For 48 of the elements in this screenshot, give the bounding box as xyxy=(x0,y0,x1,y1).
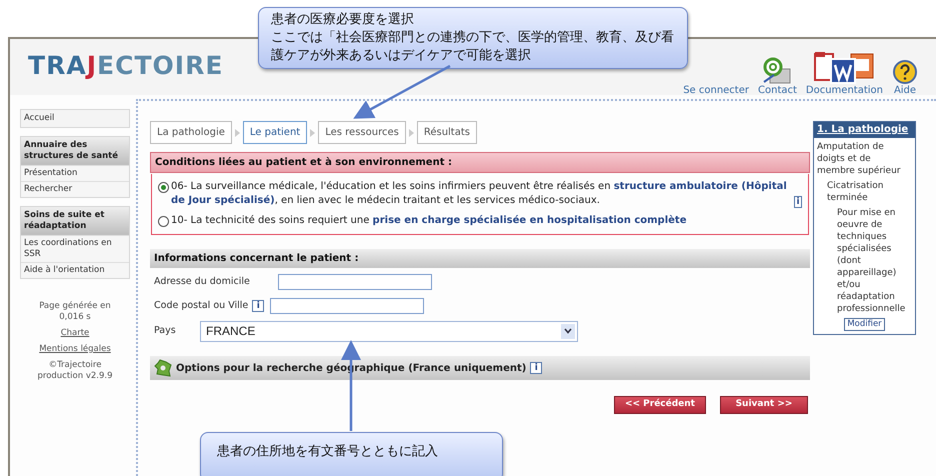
summary-title[interactable]: 1. La pathologie xyxy=(814,122,915,138)
sidebar-heading[interactable]: Annuaire des structures de santé xyxy=(21,137,129,165)
field-label: Pays xyxy=(154,324,177,338)
documents-icon xyxy=(813,51,876,85)
summary-text: Pour mise en oeuvre de techniques spécialisées (dont appareillage) et/ou réadaptation professionnelle xyxy=(837,207,906,315)
info-icon[interactable]: i xyxy=(252,300,264,312)
country-dropdown[interactable]: FRANCE xyxy=(200,320,578,342)
help-icon xyxy=(892,59,918,85)
header-link[interactable]: Documentation xyxy=(806,51,883,97)
section-header: Informations concernant le patient : xyxy=(150,249,810,268)
sidebar-item[interactable]: Présentation xyxy=(21,165,129,181)
summary-text: Cicatrisation terminée xyxy=(827,180,884,204)
section-header: Conditions liées au patient et à son environnement : xyxy=(150,152,810,173)
radio-button[interactable] xyxy=(158,216,169,227)
footer-link[interactable]: Charte xyxy=(60,328,90,339)
sidebar-item[interactable]: Les coordinations en SSR xyxy=(21,235,129,262)
info-icon[interactable]: i xyxy=(794,196,802,208)
site-logo[interactable]: TRAJECTOIRE xyxy=(28,49,224,83)
next-button[interactable]: Suivant >> xyxy=(720,396,808,414)
sidebar-heading[interactable]: Soins de suite et réadaptation xyxy=(21,207,129,235)
previous-button[interactable]: << Précédent xyxy=(614,396,706,414)
field-label: Code postal ou Ville xyxy=(154,298,248,313)
chevron-down-icon xyxy=(561,324,575,338)
radio-button[interactable] xyxy=(158,182,169,193)
annotation-text: ここでは「社会医療部門との連携の下で、医学的管理、教育、及び看護ケアが外来あるいはデイケアで可能を選択 xyxy=(271,29,675,65)
copyright-text: ©Trajectoire production v2.9.9 xyxy=(36,360,114,382)
summary-text: Amputation de doigts et de membre supérieur xyxy=(817,141,902,177)
header-link[interactable]: Contact xyxy=(758,57,797,97)
generation-time: Page générée en 0,016 s xyxy=(38,301,112,323)
footer-link[interactable]: Mentions légales xyxy=(39,344,111,355)
step-tab[interactable]: Résultats xyxy=(416,121,477,144)
info-icon[interactable]: i xyxy=(530,362,542,374)
header-link[interactable]: Aide xyxy=(892,59,918,97)
modify-button[interactable]: Modifier xyxy=(844,318,885,331)
sidebar-item[interactable]: Aide à l'orientation xyxy=(21,262,129,278)
annotation-title: 患者の医療必要度を選択 xyxy=(271,11,415,29)
step-tab[interactable]: La pathologie xyxy=(150,121,232,144)
sidebar-item[interactable]: Rechercher xyxy=(21,181,129,197)
option-text: 06- La surveillance médicale, l'éducation et les soins infirmiers peuvent être réalisés en structure ambulatoire (Hôpital de Jour spécialisé), en lien avec le médecin traitant et les services médico-sociaux. xyxy=(171,180,788,208)
france-map-icon xyxy=(154,359,172,377)
step-tab[interactable]: Le patient xyxy=(242,121,308,144)
option-text: 10- La technicité des soins requiert une prise en charge spécialisée en hospitalisation complète xyxy=(171,214,686,228)
input-field[interactable] xyxy=(270,298,424,314)
field-label: Adresse du domicile xyxy=(154,274,250,289)
input-field[interactable] xyxy=(278,274,432,290)
header-link[interactable]: Se connecter xyxy=(683,85,749,97)
annotation-text: 患者の住所地を有文番号とともに記入 xyxy=(217,443,439,461)
step-tab[interactable]: Les ressources xyxy=(318,121,406,144)
